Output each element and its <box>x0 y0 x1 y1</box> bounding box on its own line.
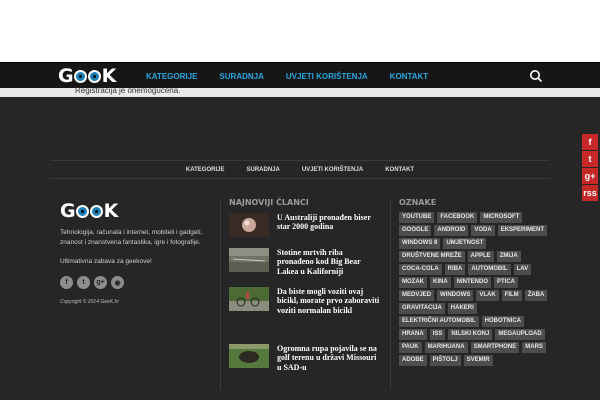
latest-articles-title: NAJNOVIJI ČLANCI <box>229 198 309 207</box>
article-title[interactable]: Stotine mrtvih riba pronađeno kod Big Be… <box>277 248 381 276</box>
tag-item[interactable]: ZMIJA <box>496 251 521 262</box>
main-navbar: G K KATEGORIJE SURADNJA UVJETI KORIŠTENJA K… <box>0 62 600 88</box>
tag-item[interactable]: VODA <box>471 225 495 236</box>
tag-item[interactable]: MICROSOFT <box>480 212 523 223</box>
site-description: Tehnologija, računala i internet, mobite… <box>60 229 203 246</box>
tag-item[interactable]: ELEKTRIČNI AUTOMOBIL <box>399 316 479 327</box>
tag-item[interactable]: HAKERI <box>447 303 477 314</box>
column-divider <box>220 200 221 390</box>
golf-hole-thumbnail[interactable] <box>229 344 269 368</box>
tag-item[interactable]: PIŠTOLJ <box>429 355 461 366</box>
tag-item[interactable]: ADOBE <box>399 355 427 366</box>
tag-item[interactable]: UMJETNOST <box>443 238 487 249</box>
logo-k: K <box>103 200 119 222</box>
tag-item[interactable]: AUTOMOBIL <box>468 264 511 275</box>
list-item[interactable]: Ogromna rupa pojavila se na golf terenu … <box>229 344 381 372</box>
top-whitespace <box>0 0 600 62</box>
logo-eyes <box>73 69 101 83</box>
nav-item[interactable]: UVJETI KORIŠTENJA <box>286 72 368 81</box>
tag-item[interactable]: YOUTUBE <box>399 212 435 223</box>
site-logo[interactable]: G K <box>58 65 126 87</box>
nav-item[interactable]: KONTAKT <box>390 72 429 81</box>
tag-item[interactable]: KINA <box>430 277 451 288</box>
tag-item[interactable]: SVEMIR <box>463 355 493 366</box>
footer-nav-item[interactable]: KONTAKT <box>385 167 414 173</box>
floating-social-bar: f t g+ rss <box>582 134 598 202</box>
tag-item[interactable]: MARS <box>522 342 546 353</box>
tag-item[interactable]: NILSKI KONJ <box>448 329 493 340</box>
list-item[interactable]: Da biste mogli voziti ovaj bicikl, morat… <box>229 287 381 315</box>
tag-item[interactable]: GRAVITACIJA <box>399 303 445 314</box>
tag-item[interactable]: MARIHUANA <box>424 342 468 353</box>
social-links: f t g+ ◉ <box>60 276 220 289</box>
tag-item[interactable]: COCA-COLA <box>399 264 442 275</box>
tag-item[interactable]: HRANA <box>399 329 427 340</box>
notice-bar: Registracija je onemogućena. <box>0 86 600 97</box>
tag-item[interactable]: WINDOWS <box>437 290 474 301</box>
footer-nav-item[interactable]: UVJETI KORIŠTENJA <box>302 167 363 173</box>
tag-item[interactable]: EKSPERIMENT <box>497 225 548 236</box>
tag-item[interactable]: MOZAK <box>399 277 427 288</box>
tag-item[interactable]: GOOGLE <box>399 225 432 236</box>
tag-item[interactable]: LAV <box>513 264 532 275</box>
twitter-icon[interactable]: t <box>77 276 90 289</box>
latest-articles-column: NAJNOVIJI ČLANCI U Australiji pronađen b… <box>229 198 381 372</box>
facebook-icon[interactable]: f <box>582 134 598 150</box>
list-item[interactable]: U Australiji pronađen biser star 2000 go… <box>229 213 381 239</box>
twitter-icon[interactable]: t <box>582 151 598 167</box>
google-plus-icon[interactable]: g+ <box>94 276 107 289</box>
tag-item[interactable]: VLAK <box>476 290 499 301</box>
tag-item[interactable]: PAUK <box>399 342 422 353</box>
tag-item[interactable]: DRUŠTVENE MREŽE <box>399 251 465 262</box>
tag-item[interactable]: FILM <box>501 290 522 301</box>
about-column: G K Tehnologija, računala i internet, mo… <box>60 200 220 305</box>
site-tagline: Ultimativna zabava za geekove! <box>60 258 152 265</box>
article-list: U Australiji pronađen biser star 2000 go… <box>229 213 381 372</box>
tag-item[interactable]: WINDOWS 8 <box>399 238 441 249</box>
tag-item[interactable]: HOBOTNICA <box>481 316 525 327</box>
tags-title: OZNAKE <box>399 198 437 207</box>
tag-item[interactable]: PTICA <box>494 277 519 288</box>
tag-item[interactable]: ISS <box>429 329 446 340</box>
column-divider <box>390 200 391 390</box>
logo-eyes <box>75 204 103 218</box>
tag-item[interactable]: SMARTPHONE <box>470 342 520 353</box>
logo-k: K <box>101 65 117 87</box>
tag-item[interactable]: ŽABA <box>524 290 548 301</box>
footer-nav-item[interactable]: SURADNJA <box>246 167 279 173</box>
facebook-icon[interactable]: f <box>60 276 73 289</box>
article-title[interactable]: U Australiji pronađen biser star 2000 go… <box>277 213 381 232</box>
pearl-thumbnail[interactable] <box>229 213 269 237</box>
article-title[interactable]: Da biste mogli voziti ovaj bicikl, morat… <box>277 287 381 315</box>
fish-thumbnail[interactable] <box>229 248 269 272</box>
footer-logo[interactable]: G K <box>60 200 220 222</box>
tag-item[interactable]: ANDROID <box>434 225 469 236</box>
bicycle-thumbnail[interactable] <box>229 287 269 311</box>
nav-item[interactable]: KATEGORIJE <box>146 72 197 81</box>
rss-icon[interactable]: rss <box>582 185 598 201</box>
article-title[interactable]: Ogromna rupa pojavila se na golf terenu … <box>277 344 381 372</box>
footer-nav: KATEGORIJE SURADNJA UVJETI KORIŠTENJA KONTA… <box>50 160 550 179</box>
tag-item[interactable]: MEGAUPLOAD <box>495 329 545 340</box>
tags-column: OZNAKE YOUTUBE FACEBOOK MICROSOFT GOOGLE AND… <box>399 198 554 366</box>
logo-g: G <box>60 200 76 222</box>
search-icon[interactable] <box>529 69 543 83</box>
registration-notice: Registracija je onemogućena. <box>75 86 181 95</box>
tag-item[interactable]: MEDVJED <box>399 290 435 301</box>
logo-g: G <box>58 65 74 87</box>
tag-item[interactable]: NINTENDO <box>453 277 492 288</box>
tag-item[interactable]: APPLE <box>467 251 494 262</box>
footer-nav-item[interactable]: KATEGORIJE <box>186 167 225 173</box>
nav-item[interactable]: SURADNJA <box>219 72 263 81</box>
rss-icon[interactable]: ◉ <box>111 276 124 289</box>
list-item[interactable]: Stotine mrtvih riba pronađeno kod Big Be… <box>229 248 381 276</box>
tag-item[interactable]: RIBA <box>444 264 466 275</box>
nav-menu: KATEGORIJE SURADNJA UVJETI KORIŠTENJA KONTA… <box>146 63 450 89</box>
copyright: Copyright © 2014 GeeK.hr <box>60 299 119 305</box>
tag-item[interactable]: FACEBOOK <box>437 212 478 223</box>
google-plus-icon[interactable]: g+ <box>582 168 598 184</box>
tag-cloud: YOUTUBE FACEBOOK MICROSOFT GOOGLE ANDROID VOD… <box>399 212 549 366</box>
